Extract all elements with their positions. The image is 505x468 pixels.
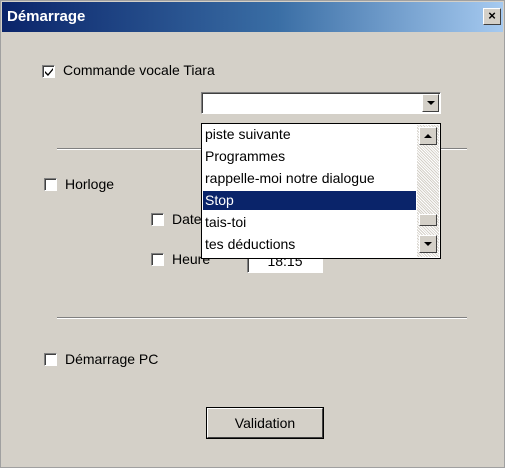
chevron-down-icon bbox=[427, 101, 435, 105]
list-item-selected[interactable]: Stop bbox=[203, 191, 416, 210]
voice-command-label: Commande vocale Tiara bbox=[63, 62, 215, 78]
list-item[interactable]: rappelle-moi notre dialogue bbox=[203, 169, 416, 188]
voice-command-checkbox[interactable] bbox=[42, 65, 55, 78]
scroll-up-button[interactable] bbox=[419, 127, 437, 145]
check-icon bbox=[45, 68, 53, 76]
window-title: Démarrage bbox=[7, 8, 86, 25]
separator bbox=[57, 317, 467, 319]
scrollbar-thumb[interactable] bbox=[419, 214, 437, 226]
clock-checkbox[interactable] bbox=[44, 178, 57, 191]
dialog-window: Démarrage × Commande vocale Tiara Horlog… bbox=[0, 0, 505, 468]
date-checkbox[interactable] bbox=[151, 213, 164, 226]
validate-button-label: Validation bbox=[234, 415, 296, 431]
clock-label: Horloge bbox=[65, 176, 115, 192]
time-checkbox[interactable] bbox=[151, 253, 164, 266]
dropdown-scrollbar[interactable] bbox=[417, 125, 439, 257]
scroll-up-icon bbox=[424, 134, 432, 138]
voice-command-dropdown-list[interactable]: piste suivante Programmes rappelle-moi n… bbox=[201, 123, 441, 259]
close-button[interactable]: × bbox=[483, 8, 501, 25]
close-icon: × bbox=[488, 8, 496, 23]
combo-dropdown-button[interactable] bbox=[422, 94, 439, 112]
pc-startup-label: Démarrage PC bbox=[65, 351, 159, 367]
list-item[interactable]: piste suivante bbox=[203, 125, 416, 144]
scroll-down-icon bbox=[424, 242, 432, 246]
list-item[interactable]: tais-toi bbox=[203, 213, 416, 232]
list-item[interactable]: tes déductions bbox=[203, 235, 416, 254]
date-label: Date bbox=[172, 211, 202, 227]
voice-command-combo[interactable] bbox=[201, 92, 441, 114]
list-item[interactable]: Programmes bbox=[203, 147, 416, 166]
scroll-down-button[interactable] bbox=[419, 235, 437, 253]
validate-button[interactable]: Validation bbox=[206, 407, 324, 439]
title-bar[interactable]: Démarrage × bbox=[2, 2, 503, 32]
pc-startup-checkbox[interactable] bbox=[44, 353, 57, 366]
